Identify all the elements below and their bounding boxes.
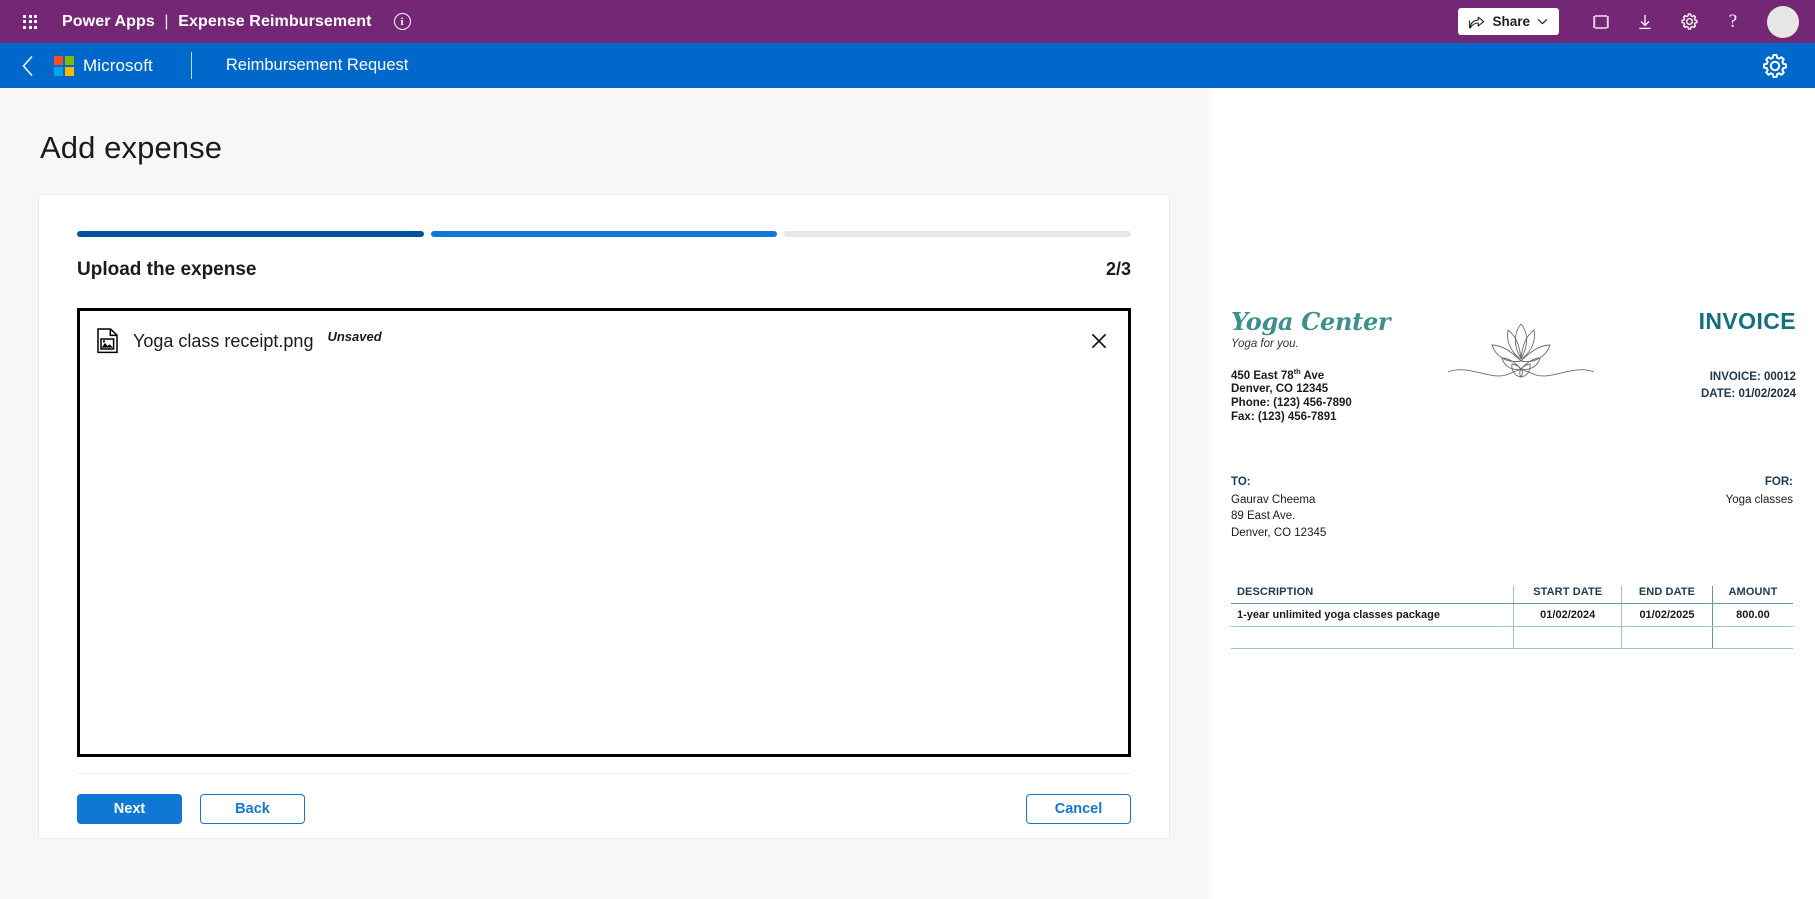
help-icon: ? <box>1728 10 1738 32</box>
file-header: Yoga class receipt.png Unsaved <box>80 311 1128 354</box>
back-button[interactable]: Back <box>200 794 305 824</box>
product-name: Power Apps <box>62 12 155 30</box>
microsoft-brand-label: Microsoft <box>83 55 153 75</box>
cell-empty-amount <box>1711 626 1793 650</box>
address-city: Denver, CO 12345 <box>1231 383 1329 396</box>
step-counter: 2/3 <box>1105 259 1131 279</box>
cell-amount: 800.00 <box>1711 603 1793 628</box>
for-value: Yoga classes <box>1725 494 1793 507</box>
cell-empty-description <box>1231 626 1514 650</box>
fullscreen-button[interactable] <box>1581 2 1621 42</box>
invoice-brand-address: 450 East 78th Ave Denver, CO 12345 Phone… <box>1231 367 1446 424</box>
invoice-brand-name: Yoga Center <box>1231 307 1391 336</box>
bill-to-street: 89 East Ave. <box>1231 510 1296 523</box>
progress-bar <box>77 231 1132 237</box>
fullscreen-icon <box>1593 14 1609 29</box>
settings-button[interactable] <box>1669 2 1709 42</box>
invoice-for: FOR: Yoga classes <box>1726 476 1793 540</box>
image-file-icon <box>97 328 118 354</box>
title-separator: | <box>164 12 169 30</box>
invoice-parties: TO: Gaurav Cheema 89 East Ave. Denver, C… <box>1231 476 1793 540</box>
column-header-amount: AMOUNT <box>1711 586 1793 605</box>
share-button-label: Share <box>1492 14 1530 29</box>
file-name: Yoga class receipt.png <box>133 330 314 351</box>
address-street: 450 East 78th Ave <box>1231 367 1325 382</box>
invoice-date-line: DATE: 01/02/2024 <box>1700 387 1796 400</box>
cell-empty-end-date <box>1621 626 1713 650</box>
chevron-down-icon <box>1537 18 1548 25</box>
download-icon <box>1639 14 1651 29</box>
invoice-bill-to: TO: Gaurav Cheema 89 East Ave. Denver, C… <box>1231 476 1726 540</box>
invoice-brand-block: Yoga Center Yoga for you. 450 East 78th … <box>1231 310 1446 424</box>
table-row-empty <box>1231 626 1793 650</box>
wizard-actions: Next Back Cancel <box>77 774 1131 824</box>
table-row: 1-year unlimited yoga classes package 01… <box>1231 603 1793 628</box>
cell-description: 1-year unlimited yoga classes package <box>1231 603 1514 628</box>
table-header-row: DESCRIPTION START DATE END DATE AMOUNT <box>1231 586 1793 605</box>
nav-divider <box>190 52 192 79</box>
app-title: Power Apps | Expense Reimbursement <box>62 13 372 31</box>
close-icon <box>1091 333 1107 349</box>
cancel-button[interactable]: Cancel <box>1026 794 1131 824</box>
file-status-label: Unsaved <box>327 329 382 344</box>
step-header: Upload the expense 2/3 <box>77 259 1131 281</box>
invoice-meta-lines: INVOICE: 00012 DATE: 01/02/2024 <box>1596 369 1796 402</box>
download-button[interactable] <box>1625 2 1665 42</box>
page-title: Add expense <box>40 130 223 165</box>
progress-segment-3 <box>784 231 1132 237</box>
lotus-flower-icon <box>1447 323 1595 378</box>
column-header-end-date: END DATE <box>1621 586 1713 605</box>
step-title: Upload the expense <box>77 259 257 280</box>
wizard-card: Upload the expense 2/3 Yoga class receip… <box>38 194 1170 839</box>
bill-to-name: Gaurav Cheema <box>1231 494 1316 507</box>
nav-page-title: Reimbursement Request <box>225 56 409 74</box>
nav-settings-button[interactable] <box>1761 52 1789 80</box>
progress-segment-1 <box>77 231 424 237</box>
info-icon-glyph: i <box>400 15 404 28</box>
invoice-brand-tagline: Yoga for you. <box>1231 338 1299 350</box>
chevron-left-icon <box>22 55 33 76</box>
cell-end-date: 01/02/2025 <box>1621 603 1713 628</box>
invoice-line-items-table: DESCRIPTION START DATE END DATE AMOUNT 1… <box>1231 586 1793 650</box>
progress-segment-2 <box>430 231 778 237</box>
share-button[interactable]: Share <box>1458 8 1559 35</box>
info-icon[interactable]: i <box>393 13 411 30</box>
next-button[interactable]: Next <box>77 794 182 824</box>
invoice-meta-block: INVOICE INVOICE: 00012 DATE: 01/02/2024 <box>1596 310 1796 402</box>
invoice-header: Yoga Center Yoga for you. 450 East 78th … <box>1231 310 1796 424</box>
address-fax: Fax: (123) 456-7891 <box>1231 410 1337 423</box>
address-phone: Phone: (123) 456-7890 <box>1231 396 1352 409</box>
back-button[interactable] <box>8 55 48 77</box>
column-header-start-date: START DATE <box>1513 586 1622 605</box>
invoice-title: INVOICE <box>1698 308 1796 334</box>
bill-to-label: TO: <box>1231 476 1251 489</box>
app-name: Expense Reimbursement <box>178 12 372 30</box>
top-bar-actions: Share ? <box>1458 2 1803 42</box>
invoice-number-line: INVOICE: 00012 <box>1709 371 1796 383</box>
app-launcher-button[interactable] <box>12 14 48 29</box>
file-preview-box: Yoga class receipt.png Unsaved <box>77 308 1131 757</box>
cell-empty-start-date <box>1513 626 1622 650</box>
share-icon <box>1469 16 1485 29</box>
gear-icon <box>1763 53 1787 78</box>
form-pane: Add expense Upload the expense 2/3 Yoga … <box>0 88 1209 899</box>
gear-icon <box>1680 13 1698 30</box>
cell-start-date: 01/02/2024 <box>1513 603 1622 628</box>
app-launcher-icon <box>23 14 37 29</box>
invoice-logo-block <box>1446 310 1596 392</box>
bill-to-city: Denver, CO 12345 <box>1231 526 1327 539</box>
app-nav-bar: Microsoft Reimbursement Request <box>0 43 1815 88</box>
app-top-bar: Power Apps | Expense Reimbursement i Sha… <box>0 0 1815 43</box>
microsoft-logo[interactable]: Microsoft <box>54 55 153 76</box>
remove-file-button[interactable] <box>1086 328 1112 354</box>
invoice-document: Yoga Center Yoga for you. 450 East 78th … <box>1231 310 1796 650</box>
for-label: FOR: <box>1764 476 1793 489</box>
column-header-description: DESCRIPTION <box>1231 586 1514 605</box>
app-body: Add expense Upload the expense 2/3 Yoga … <box>0 88 1815 899</box>
receipt-preview-pane: Yoga Center Yoga for you. 450 East 78th … <box>1209 88 1815 899</box>
avatar[interactable] <box>1767 5 1799 38</box>
help-button[interactable]: ? <box>1713 2 1753 42</box>
microsoft-squares-icon <box>54 55 74 76</box>
